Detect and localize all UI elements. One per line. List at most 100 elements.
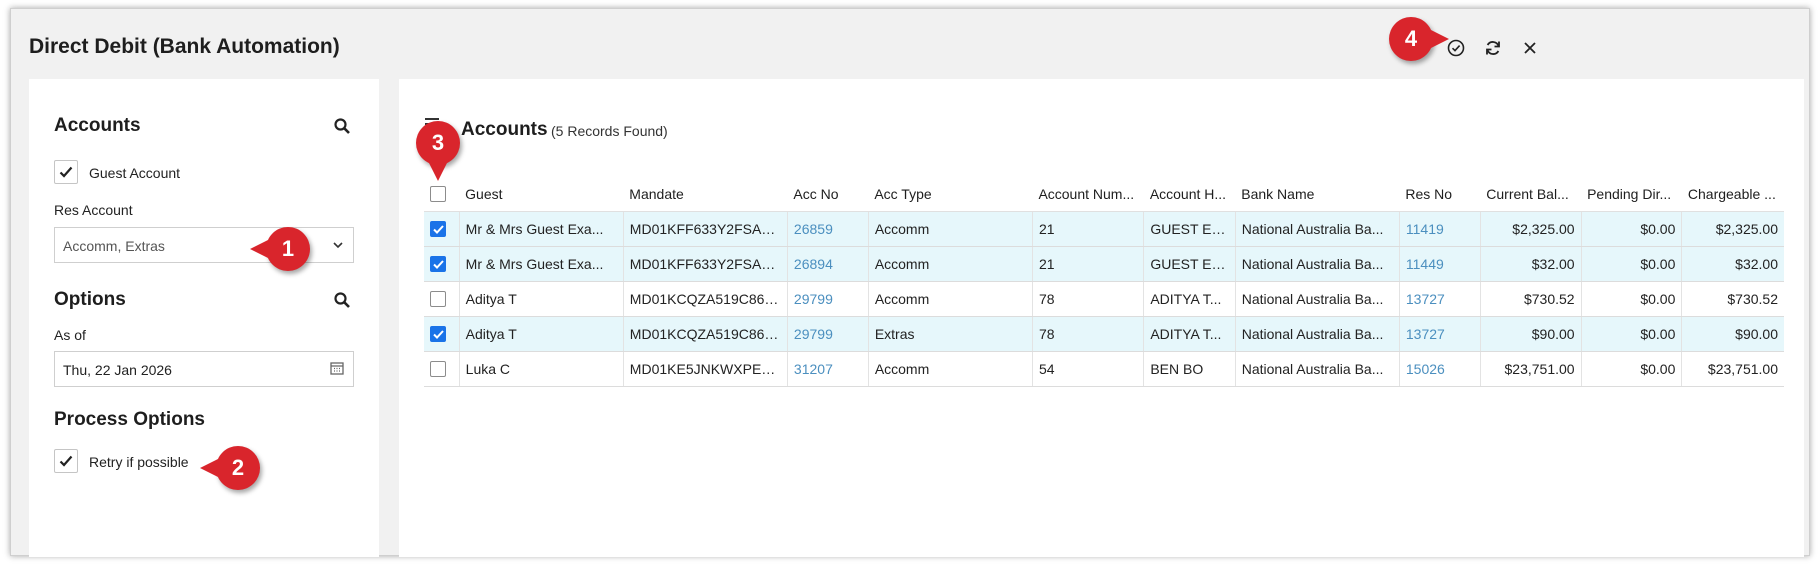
cell-pending-direct: $0.00 xyxy=(1580,316,1682,352)
callout-4: 4 xyxy=(1389,17,1449,61)
as-of-date-field[interactable]: Thu, 22 Jan 2026 xyxy=(54,351,354,387)
cell-chargeable: $90.00 xyxy=(1681,316,1784,352)
row-checkbox[interactable] xyxy=(430,256,446,273)
cell-bank-name: National Australia Ba... xyxy=(1234,281,1400,317)
cell-pending-direct: $0.00 xyxy=(1580,246,1682,282)
table-row[interactable]: Mr & Mrs Guest Exa... MD01KFF633Y2FSAE..… xyxy=(424,211,1784,247)
options-search-icon[interactable] xyxy=(333,291,355,313)
cell-guest: Mr & Mrs Guest Exa... xyxy=(458,246,624,282)
column-header-acc-type[interactable]: Acc Type xyxy=(868,177,1033,212)
guest-account-label: Guest Account xyxy=(89,165,181,181)
cell-guest: Aditya T xyxy=(458,281,624,317)
cell-res-no-link[interactable]: 15026 xyxy=(1398,351,1481,387)
table-row[interactable]: Luka C MD01KE5JNKWXPEK... 31207 Accomm 5… xyxy=(424,351,1784,387)
cell-res-no-link[interactable]: 13727 xyxy=(1398,281,1481,317)
cell-acc-type: Extras xyxy=(867,316,1033,352)
row-checkbox[interactable] xyxy=(430,221,446,238)
cell-acc-no-link[interactable]: 29799 xyxy=(786,281,869,317)
select-all-checkbox[interactable] xyxy=(430,186,446,203)
cell-guest: Aditya T xyxy=(458,316,624,352)
cell-chargeable: $32.00 xyxy=(1681,246,1784,282)
cell-acc-type: Accomm xyxy=(867,246,1033,282)
cell-pending-direct: $0.00 xyxy=(1580,281,1682,317)
column-header-pending-direct[interactable]: Pending Dir... xyxy=(1581,177,1682,212)
cell-mandate: MD01KFF633Y2FSAE... xyxy=(622,246,788,282)
cell-acc-type: Accomm xyxy=(867,211,1033,247)
column-header-res-no[interactable]: Res No xyxy=(1399,177,1481,212)
direct-debit-window: Direct Debit (Bank Automation) 4 Account… xyxy=(10,8,1810,557)
row-checkbox[interactable] xyxy=(430,361,446,378)
column-header-current-balance[interactable]: Current Bal... xyxy=(1480,177,1582,212)
as-of-label: As of xyxy=(54,327,86,343)
chevron-down-icon[interactable] xyxy=(329,236,347,254)
cell-account-holder: ADITYA T... xyxy=(1143,316,1236,352)
process-options-title: Process Options xyxy=(54,409,205,430)
title-bar: Direct Debit (Bank Automation) 4 xyxy=(11,9,1809,79)
accounts-table: Guest Mandate Acc No Acc Type Account Nu… xyxy=(424,177,1784,387)
cell-mandate: MD01KFF633Y2FSAE... xyxy=(622,211,788,247)
cell-acc-no-link[interactable]: 26859 xyxy=(786,211,869,247)
cell-res-no-link[interactable]: 11449 xyxy=(1398,246,1481,282)
retry-label: Retry if possible xyxy=(89,454,189,470)
cell-acc-no-link[interactable]: 29799 xyxy=(786,316,869,352)
cell-account-number: 78 xyxy=(1031,281,1144,317)
res-account-value: Accomm, Extras xyxy=(63,238,165,254)
cell-current-balance: $90.00 xyxy=(1479,316,1582,352)
cell-acc-no-link[interactable]: 31207 xyxy=(786,351,869,387)
table-row[interactable]: Mr & Mrs Guest Exa... MD01KFF633Y2FSAE..… xyxy=(424,246,1784,282)
column-header-mandate[interactable]: Mandate xyxy=(623,177,788,212)
retry-checkbox[interactable] xyxy=(54,449,78,473)
calendar-icon[interactable] xyxy=(329,360,347,378)
check-circle-icon[interactable] xyxy=(1441,33,1471,63)
table-row[interactable]: Aditya T MD01KCQZA519C86E... 29799 Extra… xyxy=(424,316,1784,352)
cell-current-balance: $23,751.00 xyxy=(1479,351,1582,387)
column-header-account-holder[interactable]: Account H... xyxy=(1143,177,1236,212)
row-checkbox[interactable] xyxy=(430,326,446,343)
cell-guest: Mr & Mrs Guest Exa... xyxy=(458,211,624,247)
accounts-grid-panel: Accounts (5 Records Found) 3 Guest Manda… xyxy=(399,79,1804,557)
accounts-section-title: Accounts xyxy=(54,115,141,136)
cell-acc-no-link[interactable]: 26894 xyxy=(786,246,869,282)
cell-mandate: MD01KCQZA519C86E... xyxy=(622,281,788,317)
accounts-table-body: Mr & Mrs Guest Exa... MD01KFF633Y2FSAE..… xyxy=(424,211,1784,387)
window-title: Direct Debit (Bank Automation) xyxy=(29,35,340,58)
options-section-title: Options xyxy=(54,289,126,310)
cell-account-number: 78 xyxy=(1031,316,1144,352)
guest-account-checkbox[interactable] xyxy=(54,160,78,184)
column-header-account-number[interactable]: Account Num... xyxy=(1032,177,1144,212)
res-account-label: Res Account xyxy=(54,202,133,218)
row-checkbox[interactable] xyxy=(430,291,446,308)
cell-res-no-link[interactable]: 11419 xyxy=(1398,211,1481,247)
refresh-icon[interactable] xyxy=(1478,33,1508,63)
table-row[interactable]: Aditya T MD01KCQZA519C86E... 29799 Accom… xyxy=(424,281,1784,317)
cell-pending-direct: $0.00 xyxy=(1580,211,1682,247)
cell-current-balance: $730.52 xyxy=(1479,281,1582,317)
cell-chargeable: $730.52 xyxy=(1681,281,1784,317)
cell-account-number: 21 xyxy=(1031,246,1144,282)
callout-2: 2 xyxy=(200,446,260,490)
cell-pending-direct: $0.00 xyxy=(1580,351,1682,387)
cell-chargeable: $23,751.00 xyxy=(1681,351,1784,387)
cell-current-balance: $32.00 xyxy=(1479,246,1582,282)
cell-acc-type: Accomm xyxy=(867,351,1033,387)
table-header-row: Guest Mandate Acc No Acc Type Account Nu… xyxy=(424,177,1784,212)
cell-account-number: 21 xyxy=(1031,211,1144,247)
cell-account-holder: ADITYA T... xyxy=(1143,281,1236,317)
as-of-date-value: Thu, 22 Jan 2026 xyxy=(63,362,172,378)
cell-account-number: 54 xyxy=(1031,351,1144,387)
filter-panel: Accounts Guest Account Res Account Accom… xyxy=(29,79,379,557)
accounts-search-icon[interactable] xyxy=(333,117,355,139)
cell-acc-type: Accomm xyxy=(867,281,1033,317)
column-header-bank-name[interactable]: Bank Name xyxy=(1235,177,1400,212)
cell-bank-name: National Australia Ba... xyxy=(1234,211,1400,247)
cell-res-no-link[interactable]: 13727 xyxy=(1398,316,1481,352)
cell-account-holder: BEN BO xyxy=(1143,351,1236,387)
cell-account-holder: GUEST EX... xyxy=(1143,246,1236,282)
close-icon[interactable] xyxy=(1515,33,1545,63)
column-header-chargeable[interactable]: Chargeable ... xyxy=(1681,177,1784,212)
callout-1: 1 xyxy=(250,227,310,271)
column-header-guest[interactable]: Guest xyxy=(459,177,624,212)
column-header-acc-no[interactable]: Acc No xyxy=(787,177,869,212)
cell-bank-name: National Australia Ba... xyxy=(1234,246,1400,282)
records-count: (5 Records Found) xyxy=(551,123,668,139)
